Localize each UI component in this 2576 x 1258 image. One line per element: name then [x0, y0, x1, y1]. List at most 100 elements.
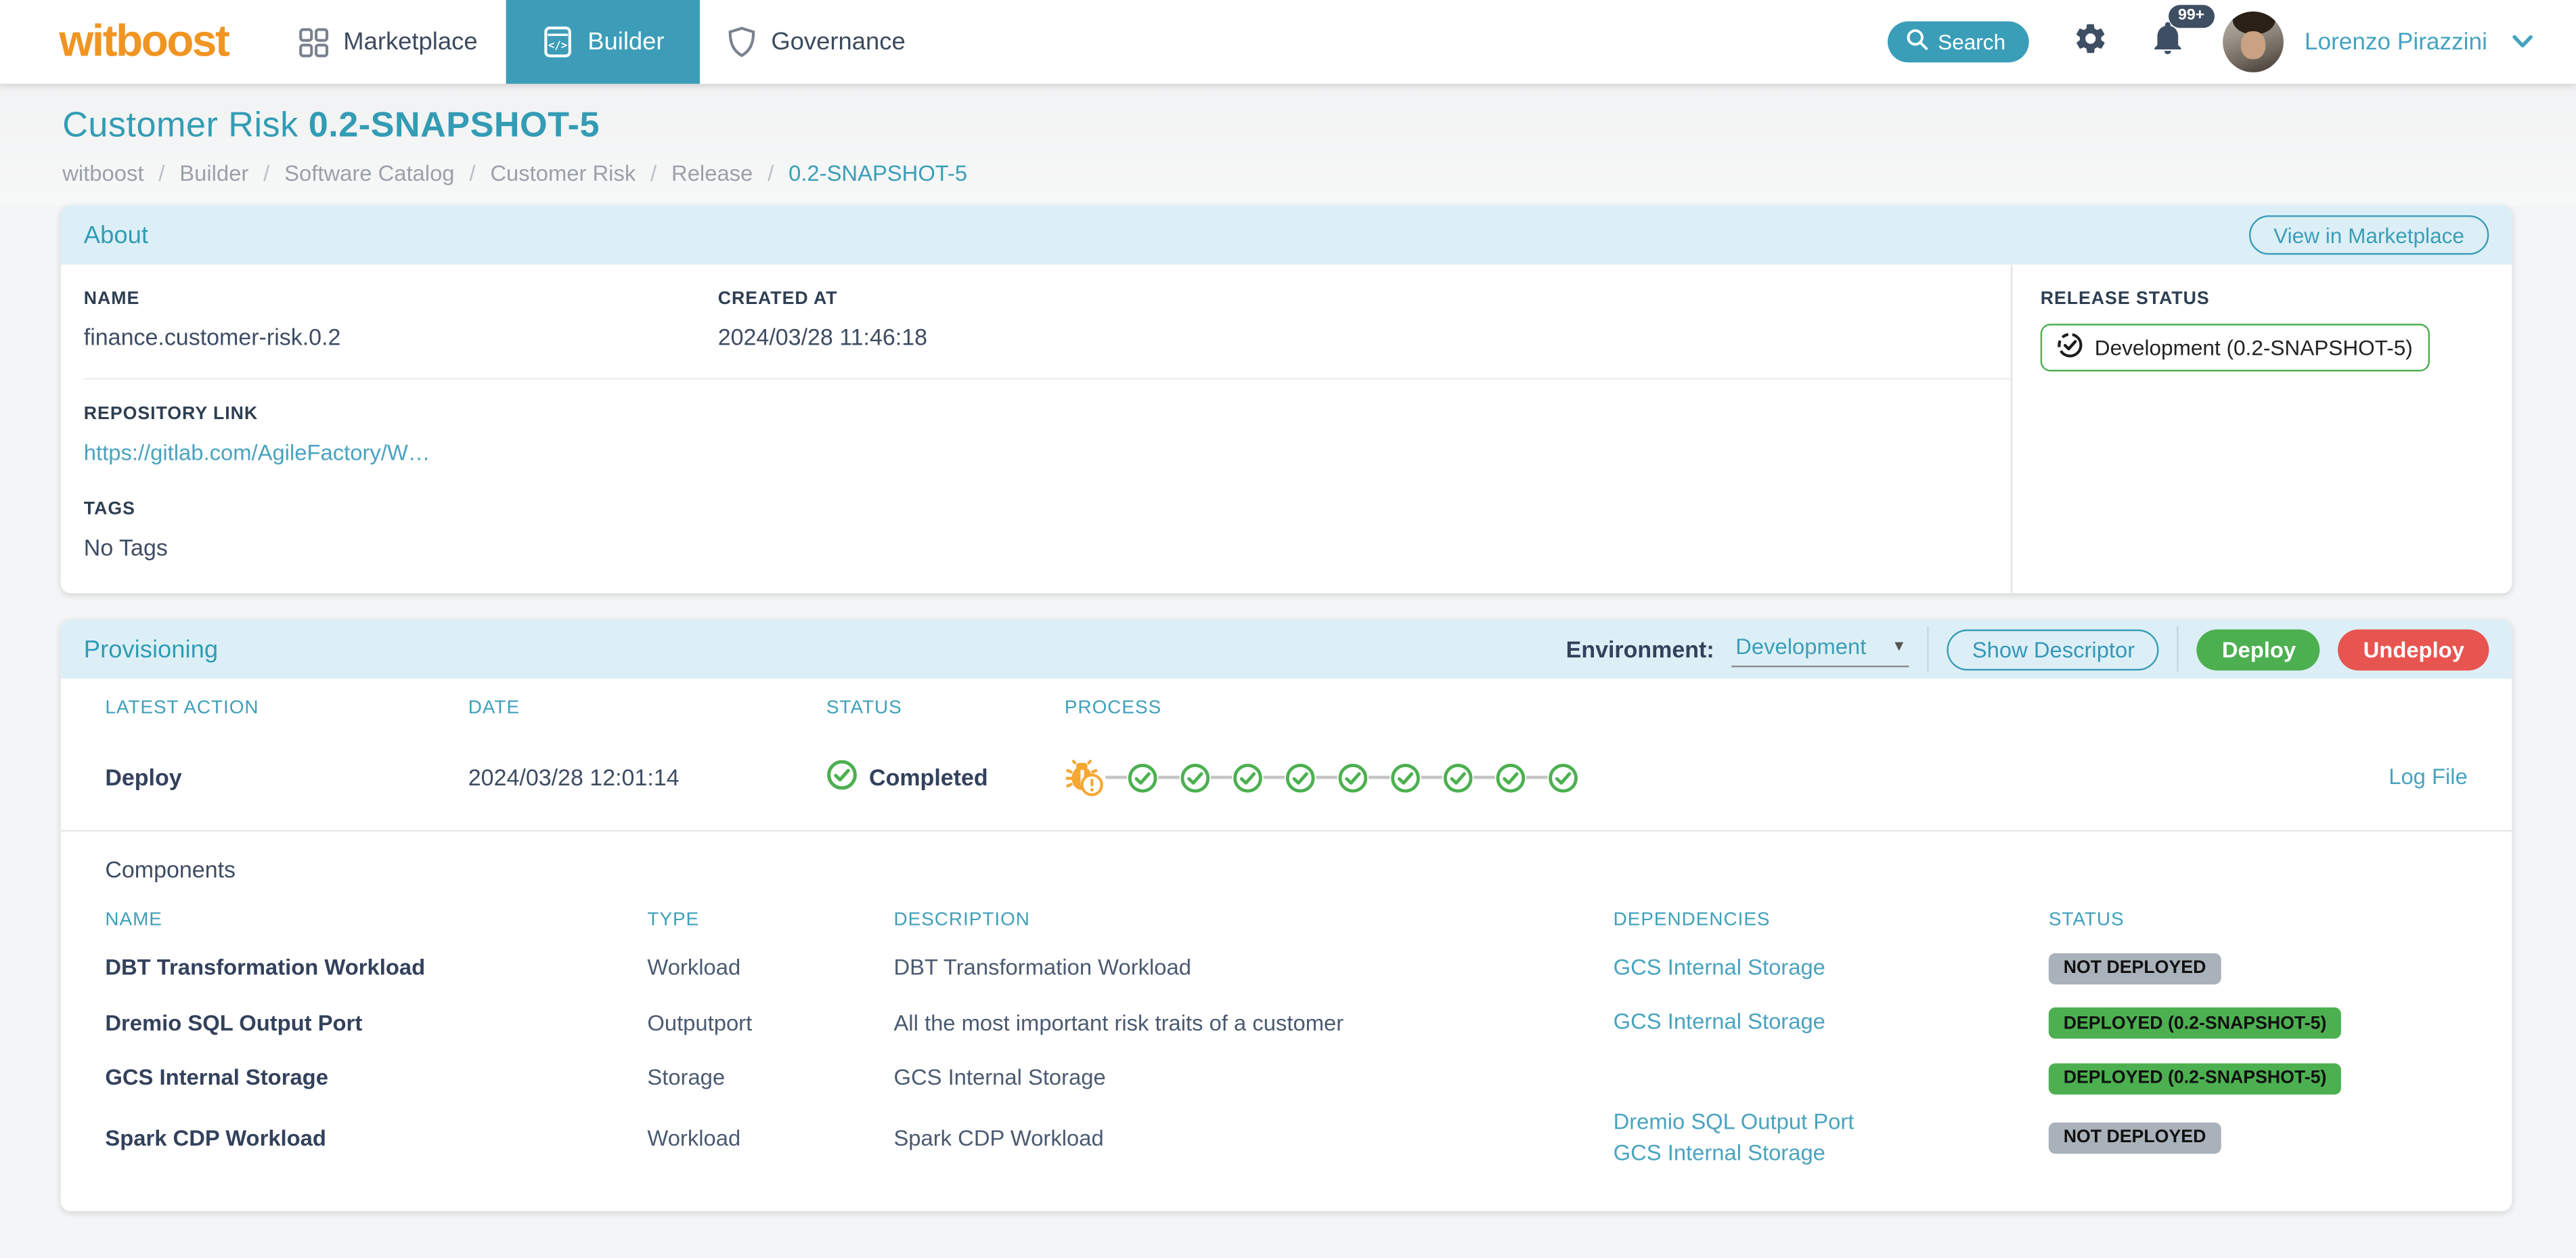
process-step-check-icon[interactable] — [1495, 762, 1526, 793]
repository-link[interactable]: https://gitlab.com/AgileFactory/W… — [84, 441, 430, 465]
column-header: TYPE — [647, 910, 700, 930]
provisioning-header: Provisioning Environment: Development ▼ … — [60, 620, 2512, 679]
dependency-link[interactable]: GCS Internal Storage — [1614, 951, 2049, 983]
user-name[interactable]: Lorenzo Pirazzini — [2305, 28, 2487, 55]
breadcrumb-separator: / — [158, 160, 165, 186]
nav-item-marketplace[interactable]: Marketplace — [271, 0, 505, 84]
component-status-badge: NOT DEPLOYED — [2048, 1122, 2221, 1154]
provisioning-controls: Environment: Development ▼ Show Descript… — [1566, 626, 2489, 672]
log-file-link[interactable]: Log File — [2389, 764, 2468, 789]
component-name: GCS Internal Storage — [105, 1065, 328, 1090]
page-header: Customer Risk 0.2-SNAPSHOT-5 witboost / Bu… — [0, 83, 2576, 206]
tags-value: No Tags — [83, 534, 168, 561]
chevron-down-icon — [2512, 27, 2533, 57]
page: witboost Marketplace </> Builder Governa… — [0, 0, 2576, 1258]
breadcrumb-item[interactable]: Customer Risk — [490, 161, 636, 186]
component-type: Workload — [647, 955, 741, 980]
provisioning-title: Provisioning — [83, 635, 219, 664]
component-type: Storage — [647, 1065, 726, 1090]
component-type: Workload — [647, 1125, 741, 1150]
component-status-badge: DEPLOYED (0.2-SNAPSHOT-5) — [2048, 1007, 2342, 1039]
name-label: NAME — [83, 289, 140, 309]
process-connector — [1210, 775, 1233, 780]
process-step-check-icon[interactable] — [1390, 762, 1421, 793]
shield-icon — [728, 26, 756, 58]
dependency-link[interactable]: GCS Internal Storage — [1614, 1007, 2049, 1039]
column-header: PROCESS — [1064, 698, 1162, 718]
column-header: LATEST ACTION — [105, 698, 259, 718]
column-header: DATE — [468, 698, 520, 718]
column-header: STATUS — [2048, 910, 2125, 930]
deploy-button[interactable]: Deploy — [2197, 628, 2321, 670]
nav-item-label: Builder — [587, 28, 665, 56]
process-step-check-icon[interactable] — [1285, 762, 1316, 793]
dependency-link[interactable]: Dremio SQL Output Port — [1614, 1105, 2049, 1137]
components-rows: DBT Transformation Workload Workload DBT… — [61, 940, 2512, 1211]
page-title: Customer Risk 0.2-SNAPSHOT-5 — [62, 105, 2514, 146]
component-dependencies: Dremio SQL Output Port GCS Internal Stora… — [1614, 1105, 2049, 1169]
main-nav: Marketplace </> Builder Governance — [271, 0, 933, 84]
breadcrumb-item[interactable]: Builder — [179, 161, 248, 186]
about-left-column: NAME finance.customer-risk.0.2 CREATED A… — [61, 265, 2012, 593]
component-type: Outputport — [647, 1010, 753, 1035]
process-step-check-icon[interactable] — [1127, 762, 1158, 793]
svg-text:</>: </> — [548, 39, 567, 51]
search-icon — [1905, 28, 1928, 56]
environment-select[interactable]: Development ▼ — [1732, 632, 1910, 667]
tags-field: TAGS No Tags — [84, 500, 2011, 561]
process-connector — [1316, 775, 1337, 780]
nav-item-label: Governance — [771, 28, 906, 56]
nav-item-builder[interactable]: </> Builder — [505, 0, 701, 84]
process-connector — [1368, 775, 1390, 780]
user-menu-chevron[interactable] — [2512, 27, 2533, 57]
release-status-label: RELEASE STATUS — [2040, 289, 2210, 309]
provisioning-body: LATEST ACTION DATE STATUS PROCESS Deploy 20… — [60, 678, 2512, 1211]
process-connector — [1105, 775, 1128, 780]
breadcrumb-separator: / — [469, 160, 476, 186]
breadcrumb-separator: / — [650, 160, 657, 186]
components-title: Components — [105, 856, 236, 883]
breadcrumb-separator: / — [768, 160, 774, 186]
gear-icon — [2073, 20, 2108, 63]
environment-label: Environment: — [1565, 636, 1714, 663]
dependency-link[interactable]: GCS Internal Storage — [1614, 1137, 2049, 1169]
search-button[interactable]: Search — [1886, 21, 2029, 63]
settings-button[interactable] — [2073, 20, 2108, 63]
divider — [1928, 626, 1930, 672]
nav-item-governance[interactable]: Governance — [701, 0, 933, 84]
latest-action-date: 2024/03/28 12:01:14 — [468, 764, 680, 791]
page-title-version: 0.2-SNAPSHOT-5 — [308, 105, 600, 145]
repository-field: REPOSITORY LINK https://gitlab.com/Agile… — [84, 404, 2011, 469]
view-in-marketplace-button[interactable]: View in Marketplace — [2248, 215, 2489, 255]
release-status-badge: Development (0.2-SNAPSHOT-5) — [2040, 324, 2430, 372]
breadcrumb-item[interactable]: witboost — [62, 161, 143, 186]
column-header: NAME — [105, 910, 162, 930]
process-step-check-icon[interactable] — [1337, 762, 1369, 793]
user-avatar[interactable] — [2222, 11, 2284, 72]
about-right-column: RELEASE STATUS Development (0.2-SNAPSHOT… — [2011, 264, 2512, 594]
latest-action-row: Deploy 2024/03/28 12:01:14 Completed Log… — [61, 758, 2512, 797]
process-step-check-icon[interactable] — [1548, 762, 1579, 793]
witboost-logo[interactable]: witboost — [59, 16, 229, 67]
about-divider — [83, 378, 2012, 380]
process-step-check-icon[interactable] — [1232, 762, 1263, 793]
breadcrumb-item[interactable]: 0.2-SNAPSHOT-5 — [789, 161, 967, 186]
process-connector — [1526, 775, 1548, 780]
created-at-field: CREATED AT 2024/03/28 11:46:18 — [718, 289, 2011, 350]
section-divider — [60, 829, 2512, 832]
notifications-button[interactable]: 99+ — [2152, 4, 2215, 63]
process-step-check-icon[interactable] — [1180, 762, 1211, 793]
undeploy-button[interactable]: Undeploy — [2338, 628, 2489, 670]
process-steps — [1065, 758, 2336, 797]
process-connector — [1263, 775, 1285, 780]
component-row: Spark CDP Workload Workload Spark CDP Wo… — [61, 1105, 2512, 1169]
component-row: Dremio SQL Output Port Outputport All th… — [61, 995, 2512, 1050]
component-description: DBT Transformation Workload — [893, 955, 1191, 980]
breadcrumb-item[interactable]: Release — [671, 161, 753, 186]
show-descriptor-button[interactable]: Show Descriptor — [1947, 628, 2160, 670]
latest-action-header-row: LATEST ACTION DATE STATUS PROCESS — [61, 699, 2512, 718]
bug-warning-icon[interactable] — [1065, 758, 1106, 797]
breadcrumb-item[interactable]: Software Catalog — [284, 161, 454, 186]
process-step-check-icon[interactable] — [1442, 762, 1473, 793]
component-description: Spark CDP Workload — [893, 1125, 1104, 1150]
